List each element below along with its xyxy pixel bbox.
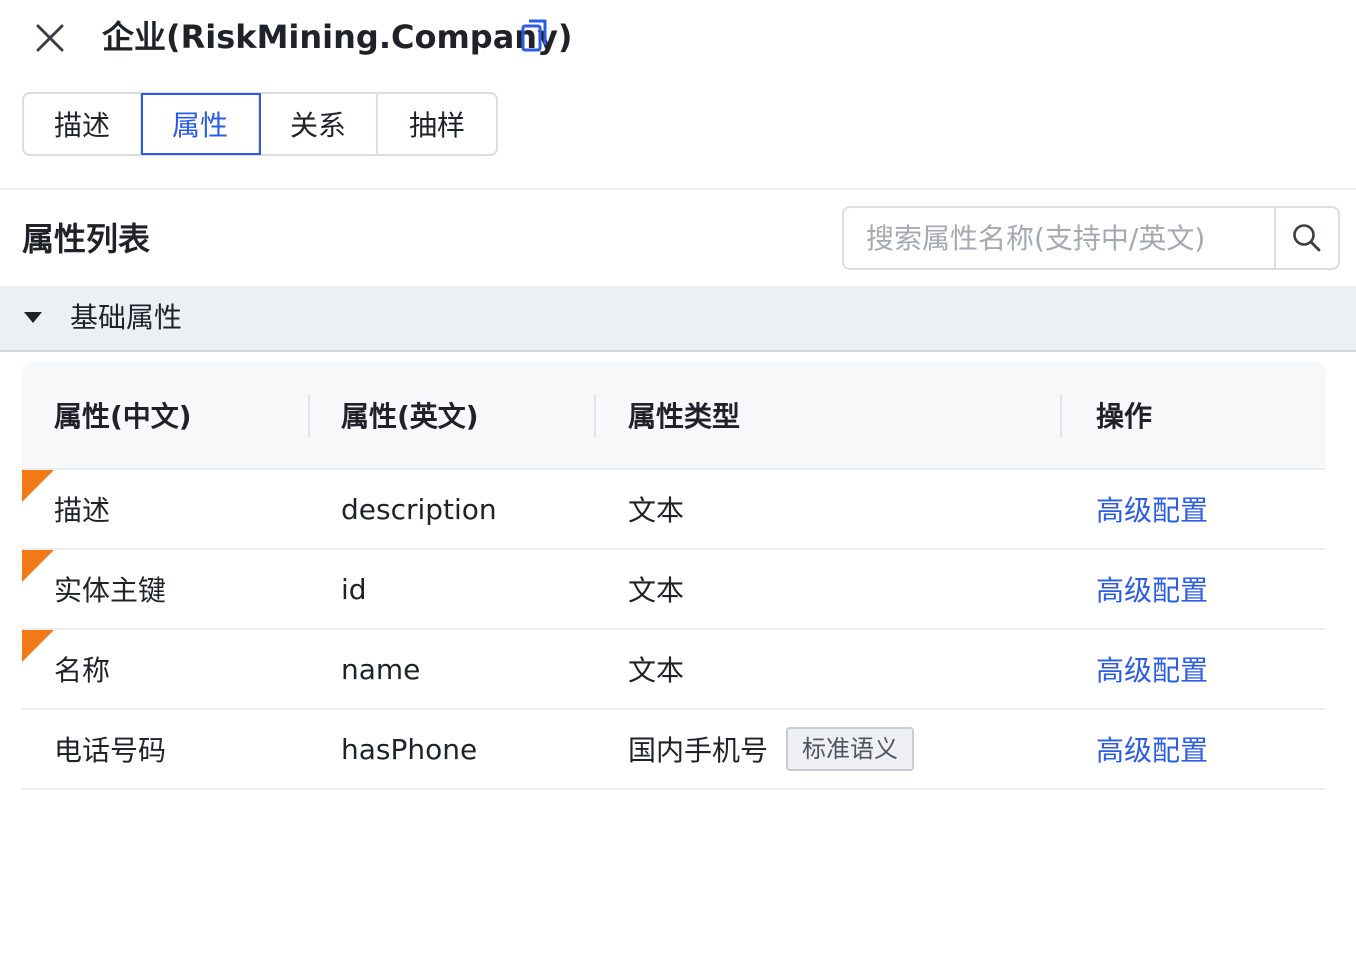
cell-cn: 实体主键 xyxy=(54,574,167,607)
header: 企业(RiskMining.Company) xyxy=(0,0,1356,76)
cell-en: name xyxy=(341,652,421,686)
table-row: 电话号码 hasPhone 国内手机号 标准语义 高级配置 xyxy=(22,710,1326,790)
advanced-config-link[interactable]: 高级配置 xyxy=(1096,710,1208,788)
column-header-cn: 属性(中文) xyxy=(54,400,192,433)
column-separator xyxy=(308,394,310,438)
cell-en: description xyxy=(341,492,497,526)
builtin-marker xyxy=(22,630,54,662)
tab-bar: 描述 属性 关系 抽样 xyxy=(22,92,498,156)
table-row: 名称 name 文本 高级配置 xyxy=(22,630,1326,710)
tab-sampling[interactable]: 抽样 xyxy=(378,94,496,154)
advanced-config-link[interactable]: 高级配置 xyxy=(1096,550,1208,628)
cell-en: id xyxy=(341,572,367,606)
cell-cn: 电话号码 xyxy=(54,734,167,767)
cell-type-wrapper: 国内手机号 标准语义 xyxy=(628,710,915,788)
group-header-basic[interactable]: 基础属性 xyxy=(0,286,1356,352)
tab-properties[interactable]: 属性 xyxy=(141,93,261,155)
cell-type: 国内手机号 xyxy=(628,734,769,767)
close-button[interactable] xyxy=(30,18,70,58)
page-title: 企业(RiskMining.Company) xyxy=(102,18,573,56)
standard-semantic-badge: 标准语义 xyxy=(786,727,915,771)
builtin-marker xyxy=(22,550,54,582)
column-header-en: 属性(英文) xyxy=(341,400,479,433)
divider xyxy=(0,188,1356,190)
cell-type: 文本 xyxy=(628,494,685,527)
builtin-marker xyxy=(22,470,54,502)
column-header-action: 操作 xyxy=(1096,400,1153,433)
section-title: 属性列表 xyxy=(22,220,151,258)
column-separator xyxy=(1060,394,1062,438)
group-label: 基础属性 xyxy=(70,301,183,334)
column-separator xyxy=(594,394,596,438)
tab-relations[interactable]: 关系 xyxy=(260,94,378,154)
property-table: 属性(中文) 属性(英文) 属性类型 操作 描述 description 文本 … xyxy=(22,362,1326,790)
copy-button[interactable] xyxy=(520,18,550,54)
search-input[interactable] xyxy=(844,208,1274,268)
advanced-config-link[interactable]: 高级配置 xyxy=(1096,630,1208,708)
search-icon xyxy=(1293,224,1321,252)
copy-icon xyxy=(521,19,547,52)
close-icon xyxy=(36,24,64,52)
table-row: 描述 description 文本 高级配置 xyxy=(22,470,1326,550)
table-row: 实体主键 id 文本 高级配置 xyxy=(22,550,1326,630)
cell-en: hasPhone xyxy=(341,732,478,766)
tab-description[interactable]: 描述 xyxy=(24,94,142,154)
cell-cn: 名称 xyxy=(54,654,111,687)
advanced-config-link[interactable]: 高级配置 xyxy=(1096,470,1208,548)
column-header-type: 属性类型 xyxy=(628,400,741,433)
cell-type: 文本 xyxy=(628,574,685,607)
cell-type: 文本 xyxy=(628,654,685,687)
caret-down-icon xyxy=(24,312,42,323)
table-header: 属性(中文) 属性(英文) 属性类型 操作 xyxy=(22,362,1326,470)
search-box xyxy=(842,206,1340,270)
search-button[interactable] xyxy=(1274,208,1338,268)
cell-cn: 描述 xyxy=(54,494,111,527)
